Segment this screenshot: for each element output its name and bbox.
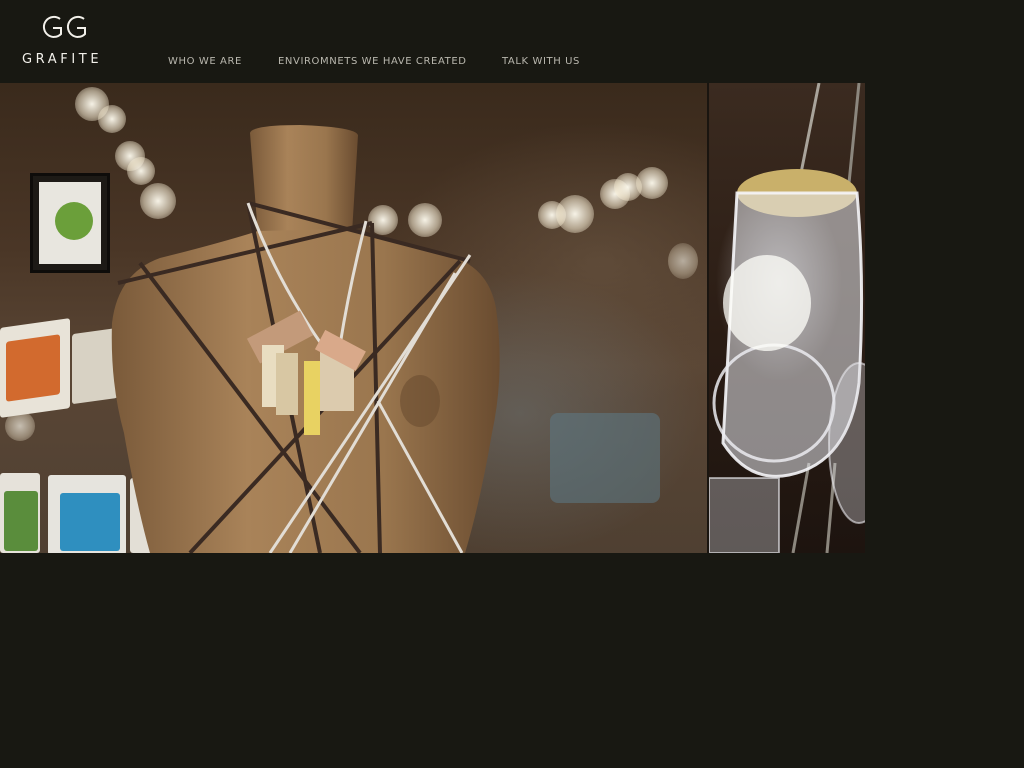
mannequin-icon [111,125,500,553]
glass-jar-icon [709,83,865,553]
photo-gallery [0,83,865,553]
nav-talk-with-us[interactable]: TALK WITH US [502,56,580,67]
site-header: GRAFITE WHO WE ARE ENVIROMNETS WE HAVE C… [0,0,1024,83]
nav-environments[interactable]: ENVIROMNETS WE HAVE CREATED [278,56,467,67]
nav-who-we-are[interactable]: WHO WE ARE [168,56,242,67]
brand-name: GRAFITE [22,52,103,67]
grafite-logo[interactable]: GRAFITE [20,12,108,70]
mannequin-photo[interactable] [0,83,707,553]
glass-jar-photo[interactable] [709,83,865,553]
gg-monogram-icon [42,15,86,38]
